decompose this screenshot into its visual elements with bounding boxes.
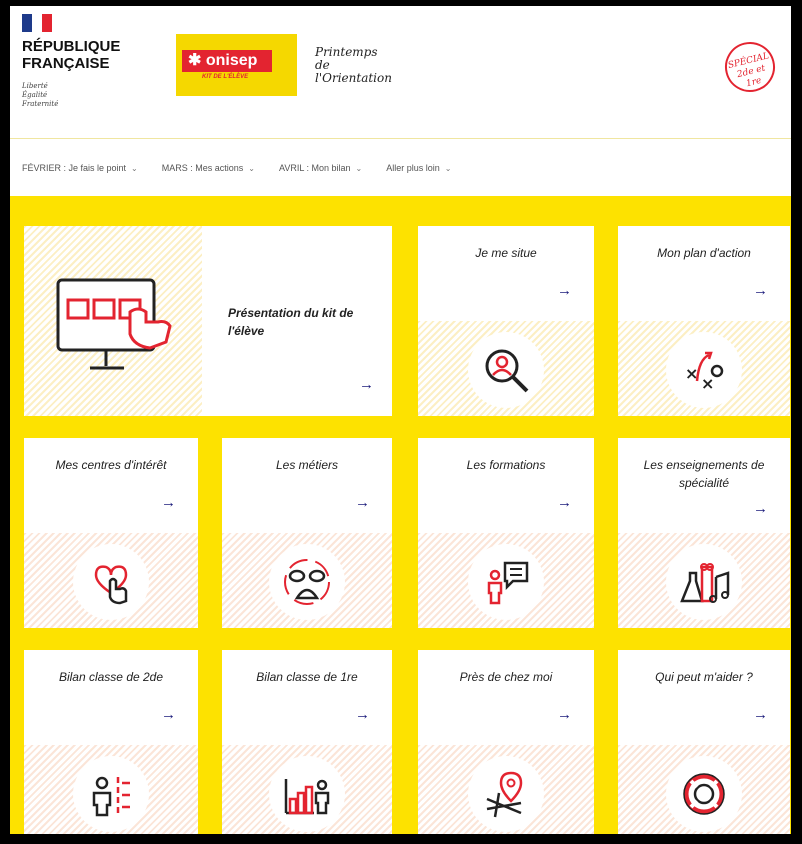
printemps-orientation-logo[interactable]: Printemps de l'Orientation	[315, 46, 407, 85]
onisep-brand: ✱ onisep	[182, 50, 272, 72]
card-title: Qui peut m'aider ?	[655, 670, 753, 684]
featured-pattern	[24, 226, 202, 416]
arrow-right-icon: →	[161, 494, 176, 511]
nav-fevrier[interactable]: FÉVRIER : Je fais le point ⌄	[22, 163, 138, 173]
republique-logo-icon	[22, 14, 52, 32]
arrow-right-icon: →	[355, 706, 370, 723]
main-nav: FÉVRIER : Je fais le point ⌄ MARS : Mes a…	[10, 140, 791, 196]
onisep-logo[interactable]: ✱ onisep KIT DE L'ÉLÈVE	[176, 34, 297, 96]
strategy-icon: × ×	[666, 332, 742, 408]
card-bilan-2de[interactable]: Bilan classe de 2de →	[24, 650, 198, 834]
person-speech-icon	[468, 544, 544, 620]
nav-avril[interactable]: AVRIL : Mon bilan ⌄	[279, 163, 362, 173]
site-header: RÉPUBLIQUE FRANÇAISE Liberté Égalité Fra…	[10, 6, 791, 139]
card-les-formations[interactable]: Les formations →	[418, 438, 594, 628]
card-mon-plan-action[interactable]: Mon plan d'action → × ×	[618, 226, 790, 416]
arrow-right-icon: →	[557, 282, 572, 299]
card-presentation-kit[interactable]: Présentation du kit de l'élève →	[24, 226, 392, 416]
onisep-kit-label: KIT DE L'ÉLÈVE	[202, 74, 249, 80]
card-pres-de-chez-moi[interactable]: Près de chez moi →	[418, 650, 594, 834]
svg-text:×: ×	[701, 374, 714, 393]
card-centres-interet[interactable]: Mes centres d'intérêt →	[24, 438, 198, 628]
chart-person-icon	[269, 756, 345, 832]
arrow-right-icon: →	[557, 494, 572, 511]
chevron-down-icon: ⌄	[355, 164, 363, 173]
magnifier-person-icon	[468, 332, 544, 408]
card-title: Bilan classe de 2de	[58, 670, 164, 684]
card-title: Les enseignements de spécialité	[643, 458, 765, 490]
card-title: Mon plan d'action	[657, 246, 751, 260]
page-frame: RÉPUBLIQUE FRANÇAISE Liberté Égalité Fra…	[10, 6, 791, 834]
arrow-right-icon: →	[355, 494, 370, 511]
card-title: Bilan classe de 1re	[256, 670, 358, 684]
card-title: Près de chez moi	[459, 670, 553, 684]
featured-title: Présentation du kit de l'élève	[228, 306, 354, 338]
arrow-right-icon: →	[557, 706, 572, 723]
science-arts-icon	[666, 544, 742, 620]
chevron-down-icon: ⌄	[248, 164, 255, 173]
nav-aller-plus-loin[interactable]: Aller plus loin ⌄	[386, 163, 451, 173]
map-pin-icon	[468, 756, 544, 832]
arrow-right-icon: →	[753, 706, 768, 723]
card-title: Les métiers	[275, 458, 339, 472]
card-title: Mes centres d'intérêt	[55, 458, 167, 472]
card-les-metiers[interactable]: Les métiers →	[222, 438, 392, 628]
republique-motto: Liberté Égalité Fraternité	[22, 82, 59, 108]
heart-hand-icon	[73, 544, 149, 620]
arrow-right-icon: →	[161, 706, 176, 723]
card-je-me-situe[interactable]: Je me situe →	[418, 226, 594, 416]
person-checklist-icon	[73, 756, 149, 832]
chevron-down-icon: ⌄	[444, 164, 452, 173]
chevron-down-icon: ⌄	[131, 164, 138, 173]
card-enseignements-specialite[interactable]: Les enseignements de spécialité →	[618, 438, 790, 628]
kit-grid: Présentation du kit de l'élève → Je me s…	[10, 196, 791, 834]
card-title: Les formations	[466, 458, 546, 472]
republique-francaise-label: RÉPUBLIQUE FRANÇAISE	[22, 38, 121, 72]
helmets-icon	[269, 544, 345, 620]
card-title: Je me situe	[475, 246, 537, 260]
card-qui-peut-aider[interactable]: Qui peut m'aider ? →	[618, 650, 790, 834]
arrow-right-icon: →	[753, 500, 768, 517]
card-bilan-1re[interactable]: Bilan classe de 1re →	[222, 650, 392, 834]
arrow-right-icon: →	[753, 282, 768, 299]
monitor-touch-icon	[56, 278, 172, 370]
nav-mars[interactable]: MARS : Mes actions ⌄	[162, 163, 255, 173]
lifebuoy-icon	[666, 756, 742, 832]
special-stamp: SPÉCIAL 2de et 1re	[719, 36, 781, 98]
arrow-right-icon: →	[359, 376, 374, 393]
